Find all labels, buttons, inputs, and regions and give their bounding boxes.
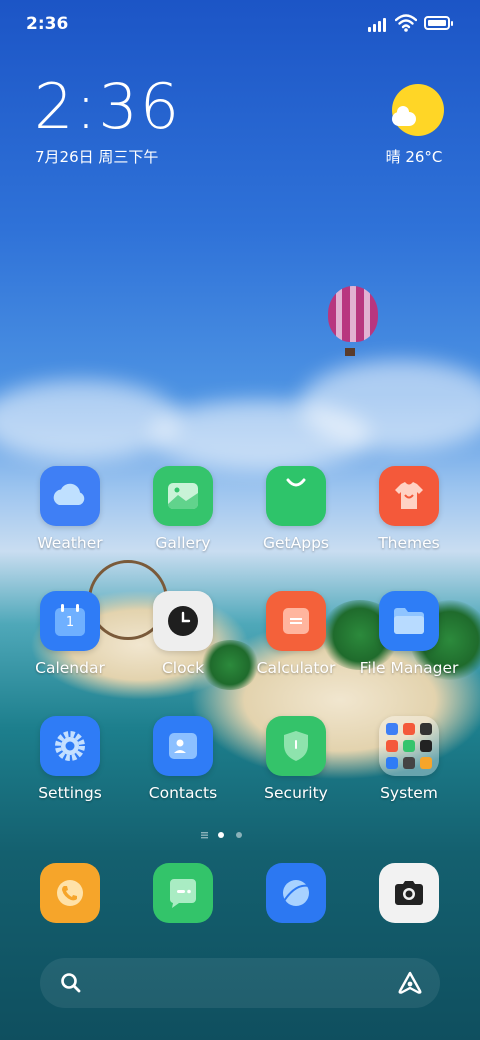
getapps-icon xyxy=(266,466,326,526)
app-system-folder[interactable]: System xyxy=(359,714,459,814)
status-time: 2:36 xyxy=(26,14,69,34)
calculator-icon xyxy=(266,591,326,651)
search-icon[interactable] xyxy=(60,972,82,994)
messages-icon[interactable] xyxy=(153,863,213,923)
app-label: System xyxy=(380,784,438,802)
calendar-day: 1 xyxy=(65,615,75,630)
app-label: Security xyxy=(264,784,328,802)
cloud xyxy=(0,380,180,460)
list-icon xyxy=(201,832,208,839)
app-label: Settings xyxy=(38,784,102,802)
app-label: File Manager xyxy=(359,659,459,677)
browser-icon[interactable] xyxy=(266,863,326,923)
cloud-icon xyxy=(392,106,416,126)
app-label: GetApps xyxy=(263,534,329,552)
app-gallery[interactable]: Gallery xyxy=(133,464,233,564)
wifi-icon xyxy=(395,14,417,32)
search-bar[interactable] xyxy=(40,958,440,1008)
contacts-icon xyxy=(153,716,213,776)
page-indicator[interactable] xyxy=(200,830,280,840)
app-label: Calculator xyxy=(256,659,336,677)
folder-icon xyxy=(379,591,439,651)
app-label: Gallery xyxy=(155,534,211,552)
home-screen: 2:36 2:36 7月26日 周三下午 晴 26°C Weather Gall… xyxy=(0,0,480,1040)
hot-air-balloon xyxy=(328,286,378,342)
balloon-basket xyxy=(345,348,355,356)
app-file-manager[interactable]: File Manager xyxy=(359,589,459,689)
weather-widget-text[interactable]: 晴 26°C xyxy=(382,146,446,167)
battery-icon xyxy=(424,16,453,30)
app-clock[interactable]: Clock xyxy=(133,589,233,689)
app-calculator[interactable]: Calculator xyxy=(246,589,346,689)
clock-widget-time[interactable]: 2:36 xyxy=(34,76,181,138)
app-calendar[interactable]: 1 Calendar xyxy=(20,589,120,689)
clock-widget-date[interactable]: 7月26日 周三下午 xyxy=(35,146,158,167)
status-bar: 2:36 xyxy=(0,0,480,52)
folder-grid-icon xyxy=(379,716,439,776)
app-label: Clock xyxy=(161,659,205,677)
app-label: Contacts xyxy=(148,784,218,802)
app-themes[interactable]: Themes xyxy=(359,464,459,564)
weather-icon xyxy=(40,466,100,526)
app-contacts[interactable]: Contacts xyxy=(133,714,233,814)
page-dot xyxy=(236,832,242,838)
app-security[interactable]: Security xyxy=(246,714,346,814)
app-label: Calendar xyxy=(35,659,105,677)
app-getapps[interactable]: GetApps xyxy=(246,464,346,564)
app-label: Weather xyxy=(37,534,103,552)
app-weather[interactable]: Weather xyxy=(20,464,120,564)
themes-icon xyxy=(379,466,439,526)
camera-icon[interactable] xyxy=(379,863,439,923)
shield-icon xyxy=(266,716,326,776)
app-label: Themes xyxy=(378,534,440,552)
phone-icon[interactable] xyxy=(40,863,100,923)
settings-icon xyxy=(40,716,100,776)
clock-icon xyxy=(153,591,213,651)
assistant-icon[interactable] xyxy=(396,970,424,996)
page-dot-active xyxy=(218,832,224,838)
calendar-icon: 1 xyxy=(40,591,100,651)
app-settings[interactable]: Settings xyxy=(20,714,120,814)
gallery-icon xyxy=(153,466,213,526)
signal-icon xyxy=(368,16,390,32)
